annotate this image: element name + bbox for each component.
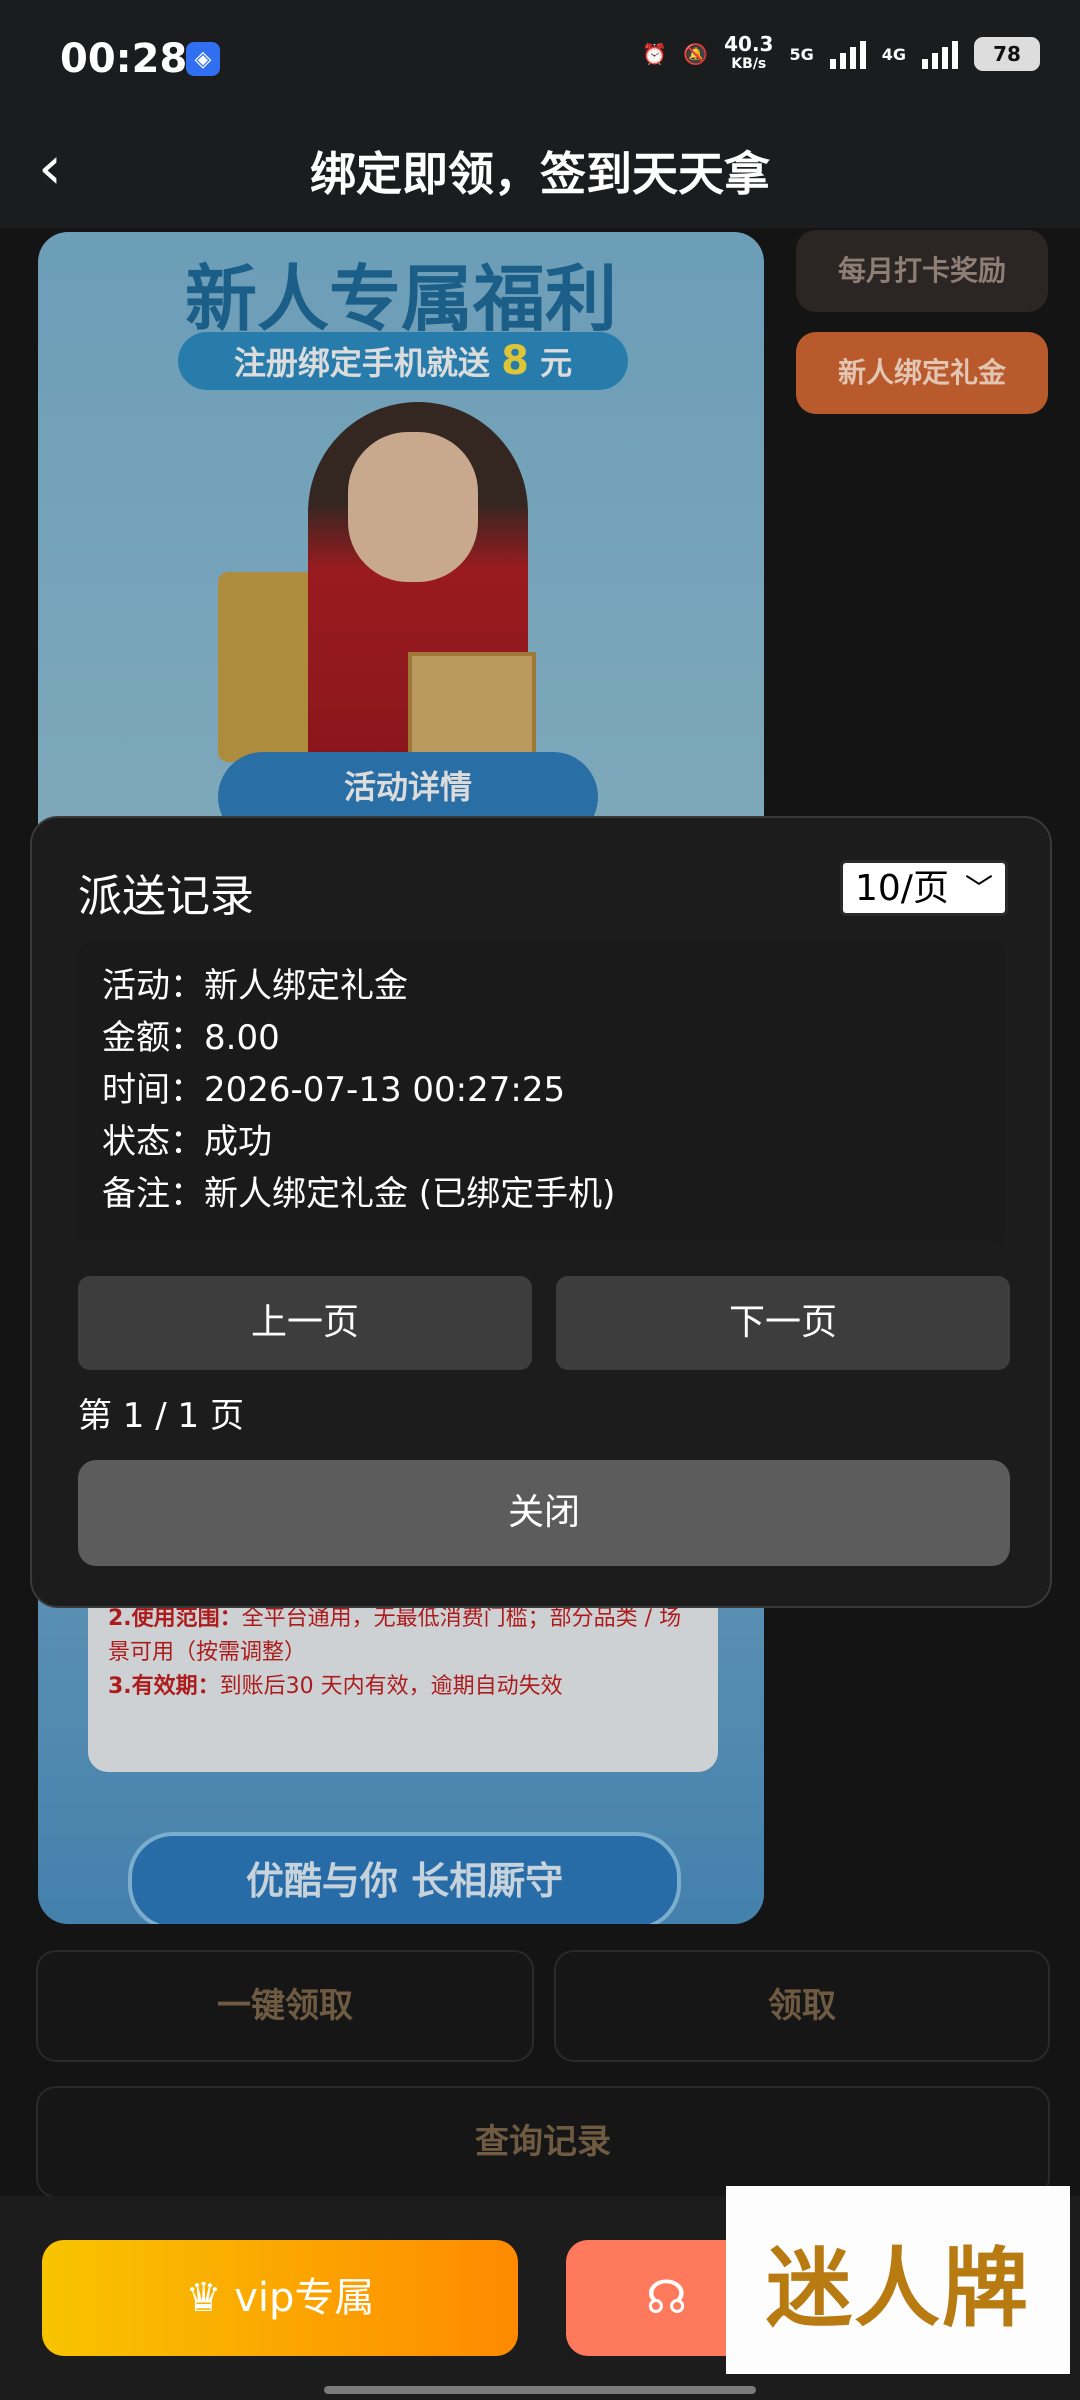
net-speed-value: 40.3 bbox=[724, 32, 774, 56]
rule-item: 2.使用范围：全平台通用，无最低消费门槛；部分品类 / 场景可用（按需调整） bbox=[108, 1606, 682, 1665]
page-title: 绑定即领，签到天天拿 bbox=[310, 147, 770, 201]
chevron-down-icon: ﹀ bbox=[964, 872, 993, 905]
record-row-status: 状态：成功 bbox=[102, 1122, 272, 1162]
query-records-button[interactable]: 查询记录 bbox=[36, 2086, 1050, 2198]
record-row-activity: 活动：新人绑定礼金 bbox=[102, 966, 408, 1006]
page-indicator: 第 1 / 1 页 bbox=[78, 1396, 244, 1436]
status-bar: 00:28 ◈ ⏰ 🔕 40.3 KB/s 5G 4G 78 bbox=[0, 0, 1080, 120]
rule-item: 3.有效期：到账后30 天内有效，逾期自动失效 bbox=[108, 1674, 563, 1699]
signal-icon-2 bbox=[922, 39, 958, 69]
banner-amount: 8 bbox=[501, 338, 529, 384]
signal-icon bbox=[829, 39, 866, 69]
banner-slogan: 优酷与你 长相厮守 bbox=[128, 1832, 681, 1924]
tab-monthly-checkin[interactable]: 每月打卡奖励 bbox=[796, 230, 1048, 312]
banner-headline: 新人专属福利 bbox=[184, 257, 617, 341]
status-time: 00:28 bbox=[60, 36, 188, 82]
record-row-time: 时间：2026-07-13 00:27:25 bbox=[102, 1070, 566, 1110]
rules-box: 2.使用范围：全平台通用，无最低消费门槛；部分品类 / 场景可用（按需调整） 3… bbox=[88, 1582, 718, 1772]
banner-subline: 注册绑定手机就送 8 元 bbox=[178, 332, 628, 390]
claim-all-button[interactable]: 一键领取 bbox=[36, 1950, 534, 2062]
prev-page-button[interactable]: 上一页 bbox=[78, 1276, 532, 1370]
claim-button[interactable]: 领取 bbox=[554, 1950, 1050, 2062]
next-page-button[interactable]: 下一页 bbox=[556, 1276, 1010, 1370]
net-speed-unit: KB/s bbox=[731, 56, 767, 72]
crown-icon: ♛ bbox=[185, 2275, 222, 2321]
sim2-label: 4G bbox=[881, 44, 906, 64]
gift-box-illustration bbox=[408, 652, 536, 760]
alarm-icon: ⏰ bbox=[642, 42, 668, 66]
status-icons: ⏰ 🔕 40.3 KB/s 5G 4G 78 bbox=[642, 34, 1040, 74]
dialog-title: 派送记录 bbox=[78, 871, 254, 922]
page-size-select[interactable]: 10/页 ﹀ bbox=[840, 860, 1008, 916]
delivery-record-dialog: 派送记录 10/页 ﹀ 活动：新人绑定礼金 金额：8.00 时间：2026-07… bbox=[30, 816, 1052, 1608]
page-size-value: 10/页 bbox=[855, 868, 949, 909]
banner-unit: 元 bbox=[540, 344, 573, 382]
sim1-label: 5G bbox=[789, 44, 814, 64]
net-speed: 40.3 KB/s bbox=[724, 34, 773, 74]
record-row-amount: 金额：8.00 bbox=[102, 1018, 280, 1058]
model-face-illustration bbox=[348, 432, 478, 582]
mute-icon: 🔕 bbox=[683, 42, 709, 66]
headset-icon: ☊ bbox=[646, 2270, 687, 2324]
close-button[interactable]: 关闭 bbox=[78, 1460, 1010, 1566]
vip-button[interactable]: ♛ vip专属 bbox=[42, 2240, 518, 2356]
vip-label: vip专属 bbox=[234, 2275, 375, 2321]
nav-bar: ‹ 绑定即领，签到天天拿 bbox=[0, 120, 1080, 228]
app-notification-icon: ◈ bbox=[186, 42, 220, 76]
watermark-logo: 迷人牌 bbox=[726, 2186, 1070, 2374]
battery-icon: 78 bbox=[974, 37, 1040, 71]
banner-subline-text: 注册绑定手机就送 bbox=[233, 344, 490, 382]
record-card: 活动：新人绑定礼金 金额：8.00 时间：2026-07-13 00:27:25… bbox=[78, 942, 1006, 1246]
record-row-note: 备注：新人绑定礼金 (已绑定手机) bbox=[102, 1174, 616, 1214]
home-indicator bbox=[324, 2386, 756, 2394]
tab-newbie-gift[interactable]: 新人绑定礼金 bbox=[796, 332, 1048, 414]
